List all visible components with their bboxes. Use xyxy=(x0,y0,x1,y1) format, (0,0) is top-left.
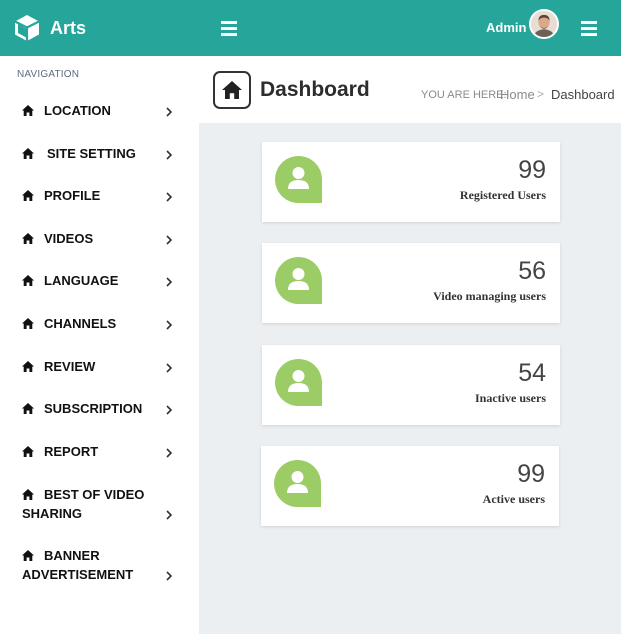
home-icon xyxy=(222,81,242,99)
sidebar-item-label: SITE SETTING xyxy=(47,146,136,161)
home-icon xyxy=(22,403,34,414)
sidebar-item-language[interactable]: LANGUAGE xyxy=(0,268,199,294)
home-icon xyxy=(22,275,34,286)
stat-value: 54 xyxy=(518,359,546,387)
chevron-right-icon xyxy=(166,405,173,415)
home-icon xyxy=(22,361,34,372)
home-icon xyxy=(22,446,34,457)
home-icon xyxy=(22,489,34,500)
sidebar-toggle-button[interactable] xyxy=(221,19,239,37)
breadcrumb-separator: > xyxy=(537,87,545,101)
sidebar-item-label: LANGUAGE xyxy=(44,273,119,288)
sidebar-item-channels[interactable]: CHANNELS xyxy=(0,311,199,337)
page-title: Dashboard xyxy=(260,78,370,101)
chevron-right-icon xyxy=(166,320,173,330)
sidebar-item-subscription[interactable]: SUBSCRIPTION xyxy=(0,396,199,422)
breadcrumb-prefix: YOU ARE HERE: xyxy=(421,89,507,101)
sidebar-item-label: CHANNELS xyxy=(44,316,117,331)
stat-label: Registered Users xyxy=(459,188,546,202)
sidebar-item-label: PROFILE xyxy=(44,188,101,203)
chevron-right-icon xyxy=(166,277,173,287)
chevron-right-icon xyxy=(166,363,173,373)
user-icon xyxy=(275,156,322,203)
right-menu-button[interactable] xyxy=(581,19,599,37)
avatar[interactable] xyxy=(529,9,559,39)
chevron-right-icon xyxy=(166,150,173,160)
main-content: Dashboard YOU ARE HERE: Home > Dashboard… xyxy=(199,56,621,634)
page-header: Dashboard YOU ARE HERE: Home > Dashboard xyxy=(199,56,621,123)
user-icon xyxy=(275,257,322,304)
sidebar-item-label: REVIEW xyxy=(44,359,96,374)
dashboard-icon-box xyxy=(213,71,251,109)
sidebar-item-location[interactable]: LOCATION xyxy=(0,98,199,124)
sidebar-item-label: LOCATION xyxy=(44,103,111,118)
breadcrumb-home-link[interactable]: Home xyxy=(500,87,535,102)
stat-card-video-managing-users[interactable]: 56 Video managing users xyxy=(262,243,560,323)
chevron-right-icon xyxy=(166,571,173,581)
top-bar: Arts Admin xyxy=(0,0,621,56)
stat-value: 99 xyxy=(517,460,545,488)
home-icon xyxy=(22,233,34,244)
breadcrumb-current: Dashboard xyxy=(551,87,615,102)
sidebar-item-label: SUBSCRIPTION xyxy=(44,401,143,416)
chevron-right-icon xyxy=(166,192,173,202)
home-icon xyxy=(22,190,34,201)
sidebar-item-videos[interactable]: VIDEOS xyxy=(0,226,199,252)
stat-label: Active users xyxy=(482,492,545,506)
stat-card-active-users[interactable]: 99 Active users xyxy=(261,446,559,526)
sidebar-item-best-of-video-sharing[interactable]: BEST OF VIDEO SHARING xyxy=(0,482,199,526)
sidebar-item-profile[interactable]: PROFILE xyxy=(0,183,199,209)
sidebar-item-label: BANNER xyxy=(44,548,100,563)
sidebar-item-label: BEST OF VIDEO xyxy=(44,487,145,502)
sidebar-item-site-setting[interactable]: SITE SETTING xyxy=(0,141,199,167)
home-icon xyxy=(22,318,34,329)
brand[interactable]: Arts xyxy=(14,13,86,43)
stat-label: Video managing users xyxy=(433,289,546,303)
stat-value: 99 xyxy=(518,156,546,184)
stat-card-inactive-users[interactable]: 54 Inactive users xyxy=(262,345,560,425)
sidebar-item-label: ADVERTISEMENT xyxy=(22,567,134,582)
chevron-right-icon xyxy=(166,107,173,117)
sidebar: NAVIGATION LOCATION SITE SETTING PROFILE… xyxy=(0,56,199,634)
sidebar-item-label: REPORT xyxy=(44,444,99,459)
cube-icon xyxy=(14,15,40,41)
sidebar-item-report[interactable]: REPORT xyxy=(0,439,199,465)
home-icon xyxy=(22,550,34,561)
nav-heading: NAVIGATION xyxy=(17,69,80,80)
sidebar-item-banner-advertisement[interactable]: BANNER ADVERTISEMENT xyxy=(0,543,199,587)
user-icon xyxy=(274,460,321,507)
stat-value: 56 xyxy=(518,257,546,285)
chevron-right-icon xyxy=(166,235,173,245)
stat-label: Inactive users xyxy=(475,391,546,405)
sidebar-item-review[interactable]: REVIEW xyxy=(0,354,199,380)
user-icon xyxy=(275,359,322,406)
chevron-right-icon xyxy=(166,448,173,458)
home-icon xyxy=(22,148,34,159)
home-icon xyxy=(22,105,34,116)
stat-card-registered-users[interactable]: 99 Registered Users xyxy=(262,142,560,222)
user-name[interactable]: Admin xyxy=(486,20,526,35)
sidebar-item-label: VIDEOS xyxy=(44,231,94,246)
chevron-right-icon xyxy=(166,510,173,520)
sidebar-item-label: SHARING xyxy=(22,506,82,521)
brand-name: Arts xyxy=(50,17,87,38)
